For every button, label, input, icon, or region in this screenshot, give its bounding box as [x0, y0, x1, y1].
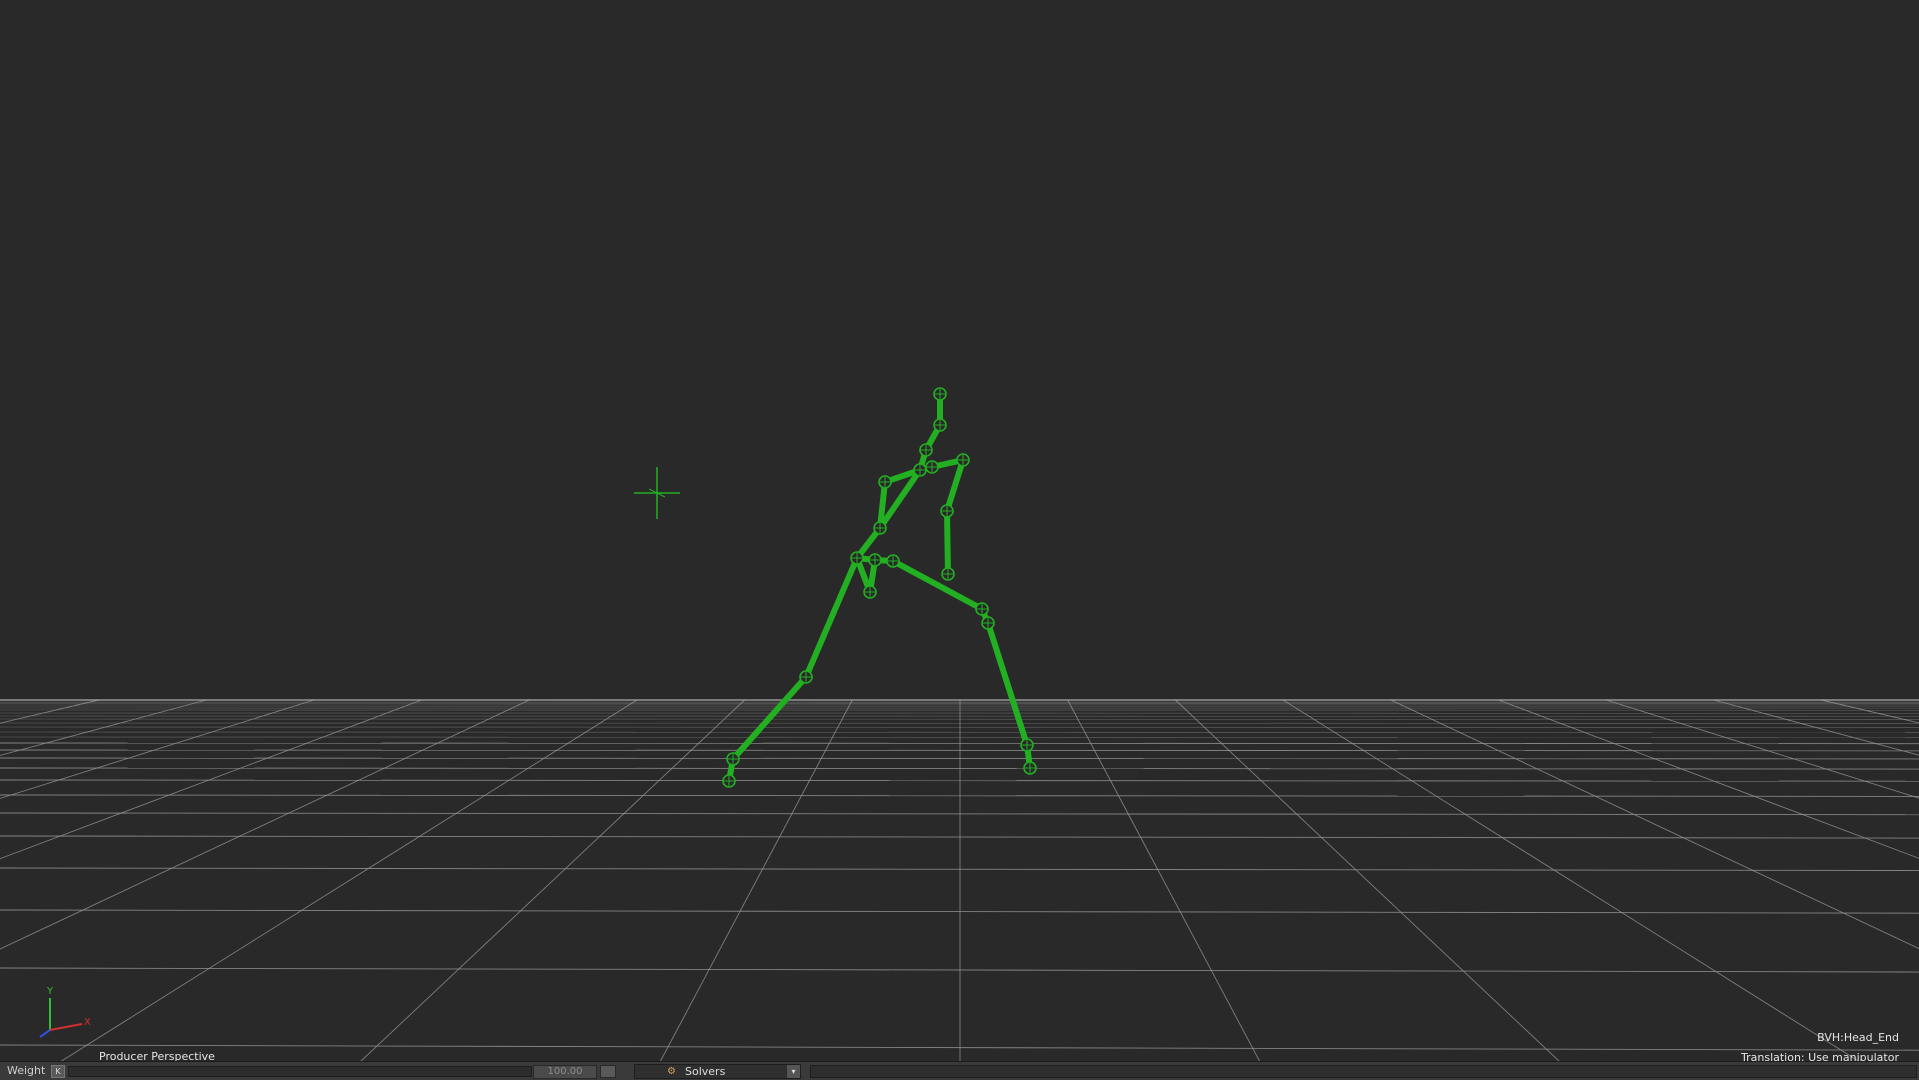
- joint-lkn[interactable]: [800, 671, 812, 683]
- solvers-dropdown[interactable]: ⚙ Solvers ▾: [634, 1064, 801, 1079]
- axis-x-label: X: [84, 1017, 91, 1028]
- joint-neck[interactable]: [920, 444, 932, 456]
- joint-rtoe2[interactable]: [1024, 762, 1036, 774]
- scene-marker-icon[interactable]: [634, 467, 680, 519]
- joint-rhip[interactable]: [887, 555, 899, 567]
- bottom-toolbar: Weight K 100.00 ⚙ Solvers ▾: [0, 1061, 1919, 1080]
- 3d-viewport[interactable]: Y X Producer Perspective BVH:Head_End Tr…: [0, 0, 1919, 1062]
- solvers-label: Solvers: [685, 1065, 725, 1078]
- weight-menu-button[interactable]: [600, 1065, 616, 1078]
- joint-chest[interactable]: [914, 464, 926, 476]
- viewport-scene[interactable]: Y X: [0, 0, 1919, 1062]
- joint-rwr[interactable]: [942, 568, 954, 580]
- weight-slider[interactable]: [68, 1066, 532, 1077]
- joint-rsh[interactable]: [957, 454, 969, 466]
- joint-lhand[interactable]: [864, 586, 876, 598]
- floor-grid: [0, 700, 1919, 1062]
- joint-rtoe[interactable]: [1021, 739, 1033, 751]
- axis-gizmo-icon: Y X: [40, 986, 91, 1037]
- weight-value-field[interactable]: 100.00: [533, 1065, 597, 1079]
- joint-hips2[interactable]: [869, 554, 881, 566]
- joint-hips[interactable]: [851, 552, 863, 564]
- timeline-strip[interactable]: [810, 1065, 1917, 1078]
- axis-y-label: Y: [46, 986, 54, 997]
- solver-icon: ⚙: [667, 1065, 676, 1078]
- joint-lsh[interactable]: [879, 476, 891, 488]
- weight-reset-button[interactable]: K: [51, 1065, 65, 1078]
- joint-lank[interactable]: [727, 753, 739, 765]
- joint-head[interactable]: [934, 419, 946, 431]
- joint-chest2[interactable]: [926, 461, 938, 473]
- joint-rank[interactable]: [982, 617, 994, 629]
- weight-label: Weight: [7, 1062, 45, 1080]
- selected-object-label: BVH:Head_End: [1817, 1031, 1899, 1044]
- joint-relb[interactable]: [941, 505, 953, 517]
- joint-spine[interactable]: [874, 522, 886, 534]
- joint-ltoe[interactable]: [723, 775, 735, 787]
- chevron-down-icon[interactable]: ▾: [787, 1065, 800, 1078]
- joint-rkn[interactable]: [976, 603, 988, 615]
- joint-head_end[interactable]: [934, 388, 946, 400]
